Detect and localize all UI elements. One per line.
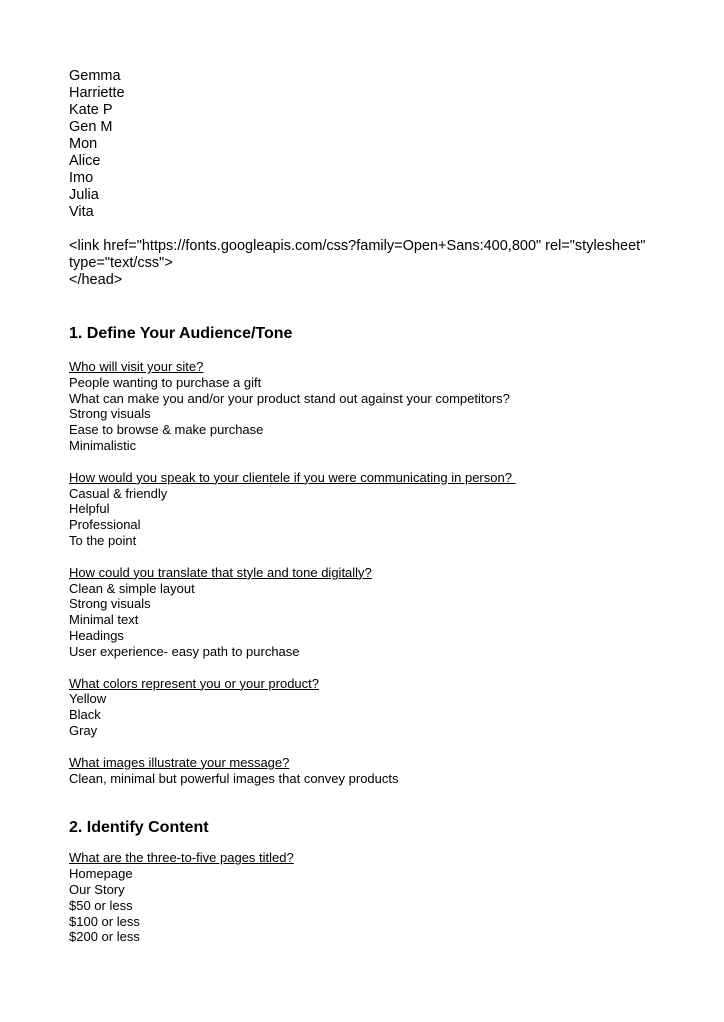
answer-text: Professional bbox=[69, 517, 141, 533]
question-text: How could you translate that style and t… bbox=[69, 564, 372, 580]
name-item: Gen M bbox=[69, 119, 113, 135]
answer-text: Our Story bbox=[69, 881, 125, 897]
answer-text: Clean & simple layout bbox=[69, 580, 195, 596]
answer-text: To the point bbox=[69, 532, 137, 548]
answer-text: Black bbox=[69, 707, 101, 723]
answer-text: Casual & friendly bbox=[69, 485, 168, 501]
name-item: Mon bbox=[69, 136, 98, 152]
question-text: What colors represent you or your produc… bbox=[69, 675, 320, 691]
question-text: What are the three-to-five pages titled? bbox=[69, 850, 294, 866]
code-line: <link href="https://fonts.googleapis.com… bbox=[69, 238, 646, 254]
document-page: Gemma Harriette Kate P Gen M Mon Alice I… bbox=[69, 68, 689, 945]
question-block: How would you speak to your clientele if… bbox=[69, 470, 689, 549]
answer-text: Strong visuals bbox=[69, 596, 151, 612]
question-block: What images illustrate your message? Cle… bbox=[69, 755, 689, 787]
answer-text: $200 or less bbox=[69, 929, 140, 945]
name-item: Gemma bbox=[69, 68, 121, 84]
answer-text: People wanting to purchase a gift bbox=[69, 374, 262, 390]
answer-text: Headings bbox=[69, 627, 124, 643]
name-item: Harriette bbox=[69, 85, 125, 101]
name-item: Kate P bbox=[69, 102, 113, 118]
question-block: How could you translate that style and t… bbox=[69, 565, 689, 660]
section-heading-audience: 1. Define Your Audience/Tone bbox=[69, 325, 293, 342]
answer-text: $50 or less bbox=[69, 897, 133, 913]
name-item: Imo bbox=[69, 170, 94, 186]
answer-text: Yellow bbox=[69, 691, 107, 707]
answer-text: User experience- easy path to purchase bbox=[69, 643, 300, 659]
answer-text: $100 or less bbox=[69, 913, 140, 929]
section-heading-content: 2. Identify Content bbox=[69, 819, 209, 837]
answer-text: Gray bbox=[69, 722, 98, 738]
question-block: What are the three-to-five pages titled?… bbox=[69, 850, 689, 945]
answer-text: Ease to browse & make purchase bbox=[69, 422, 264, 438]
answer-text: Minimal text bbox=[69, 612, 139, 628]
code-line: type="text/css"> bbox=[69, 255, 173, 271]
answer-text: Clean, minimal but powerful images that … bbox=[69, 770, 399, 786]
answer-text: Homepage bbox=[69, 866, 133, 882]
question-text: What images illustrate your message? bbox=[69, 754, 290, 770]
question-text: Who will visit your site? bbox=[69, 359, 204, 374]
code-line: </head> bbox=[69, 272, 123, 288]
code-snippet: <link href="https://fonts.googleapis.com… bbox=[69, 238, 689, 289]
answer-text: What can make you and/or your product st… bbox=[69, 390, 510, 406]
name-item: Julia bbox=[69, 187, 99, 203]
answer-text: Helpful bbox=[69, 501, 110, 517]
name-item: Vita bbox=[69, 204, 94, 220]
names-list: Gemma Harriette Kate P Gen M Mon Alice I… bbox=[69, 68, 689, 221]
answer-text: Strong visuals bbox=[69, 406, 151, 422]
name-item: Alice bbox=[69, 153, 101, 169]
question-text: How would you speak to your clientele if… bbox=[69, 469, 516, 485]
question-block: Who will visit your site? People wanting… bbox=[69, 359, 689, 454]
question-block: What colors represent you or your produc… bbox=[69, 676, 689, 739]
answer-text: Minimalistic bbox=[69, 437, 137, 453]
